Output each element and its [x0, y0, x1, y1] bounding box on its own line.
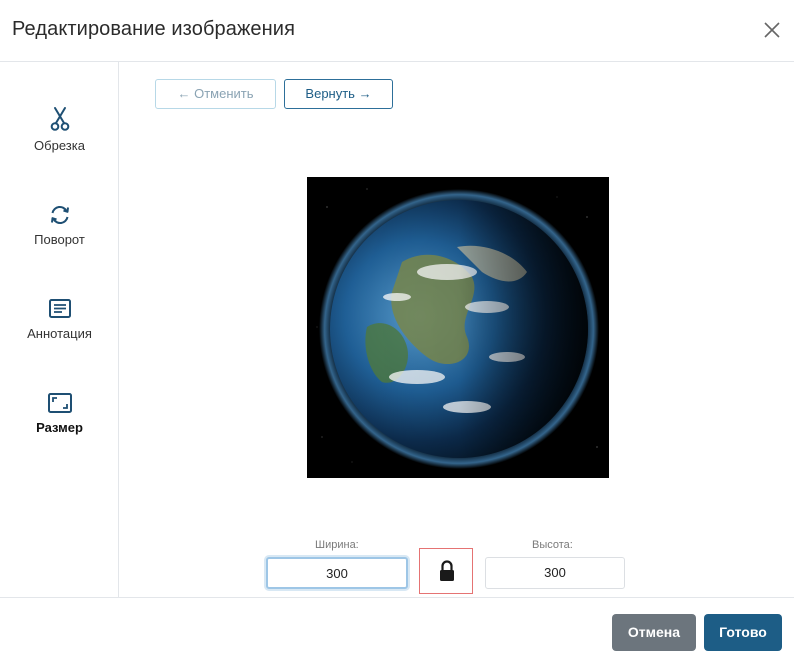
image-preview — [307, 177, 609, 478]
sidebar-item-label: Обрезка — [34, 138, 85, 153]
sidebar-item-label: Аннотация — [27, 326, 92, 341]
height-label: Высота: — [532, 539, 573, 551]
earth-image — [307, 177, 609, 478]
close-icon[interactable] — [760, 18, 784, 42]
rotate-icon — [50, 205, 69, 225]
height-input[interactable]: 300 — [485, 557, 625, 589]
lock-icon — [440, 560, 454, 581]
sidebar-item-resize[interactable]: Размер — [0, 392, 119, 435]
redo-button[interactable]: Вернуть → — [284, 79, 393, 109]
tool-sidebar: Обрезка Поворот Аннотация Размер — [0, 62, 119, 597]
sidebar-item-rotate[interactable]: Поворот — [0, 204, 119, 247]
done-button[interactable]: Готово — [704, 614, 782, 651]
lock-aspect-toggle[interactable] — [419, 548, 473, 594]
scissors-icon — [50, 107, 69, 131]
width-label: Ширина: — [315, 539, 359, 551]
cancel-button[interactable]: Отмена — [612, 614, 696, 651]
resize-icon — [47, 393, 72, 413]
undo-button[interactable]: ← Отменить — [155, 79, 276, 109]
sidebar-item-annotation[interactable]: Аннотация — [0, 298, 119, 341]
sidebar-item-label: Поворот — [34, 232, 85, 247]
dialog-header: Редактирование изображения — [0, 0, 794, 62]
sidebar-item-crop[interactable]: Обрезка — [0, 106, 119, 153]
dialog-title: Редактирование изображения — [12, 18, 296, 40]
annotation-icon — [48, 299, 71, 318]
width-input[interactable]: 300 — [266, 557, 408, 589]
sidebar-item-label: Размер — [36, 420, 83, 435]
